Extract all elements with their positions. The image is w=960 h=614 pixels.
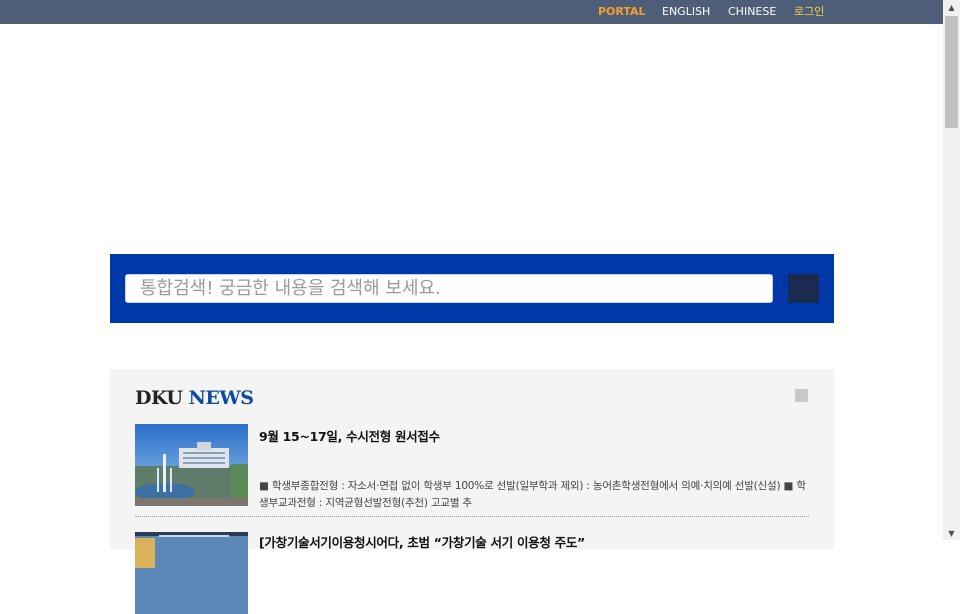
search-input[interactable] [125, 274, 773, 303]
news-thumbnail[interactable] [135, 532, 248, 614]
scroll-down-arrow-icon[interactable]: ▼ [943, 526, 960, 540]
login-link[interactable]: 로그인 [794, 6, 824, 18]
news-thumbnail[interactable] [135, 424, 248, 506]
news-headline[interactable]: [가창기술서기이용청시어다, 초범 “가창기술 서기 이용청 주도” [259, 532, 585, 551]
news-summary: ■ 학생부종합전형 : 자소서·면접 없이 학생부 100%로 선발(일부학과 … [259, 479, 806, 509]
news-item: 9월 15~17일, 수시전형 원서접수 ■ 학생부종합전형 : 자소서·면접 … [135, 424, 809, 517]
scroll-up-arrow-icon[interactable]: ▲ [943, 0, 960, 14]
campus-photo-image [135, 424, 248, 506]
search-band [110, 254, 834, 323]
portal-link[interactable]: PORTAL [598, 6, 646, 18]
news-photo-image [135, 532, 248, 614]
scroll-thumb[interactable] [945, 16, 958, 128]
page-scrollbar[interactable]: ▲ ▼ [943, 0, 960, 540]
news-section-title: DKU NEWS [135, 387, 254, 409]
chinese-link[interactable]: CHINESE [728, 6, 776, 18]
news-panel: DKU NEWS 9월 15~17일, 수시전형 원서접수 ■ 학생부종합전형 … [110, 369, 834, 614]
news-headline[interactable]: 9월 15~17일, 수시전형 원서접수 [259, 426, 440, 445]
english-link[interactable]: ENGLISH [662, 6, 710, 18]
news-item: [가창기술서기이용청시어다, 초범 “가창기술 서기 이용청 주도” [135, 532, 809, 614]
search-button[interactable] [788, 274, 819, 303]
news-title-news: NEWS [188, 387, 254, 409]
top-nav: PORTAL ENGLISH CHINESE 로그인 [0, 0, 943, 24]
top-bar: PORTAL ENGLISH CHINESE 로그인 [0, 0, 943, 24]
news-title-dku: DKU [135, 387, 183, 409]
news-more-button[interactable] [795, 389, 808, 402]
